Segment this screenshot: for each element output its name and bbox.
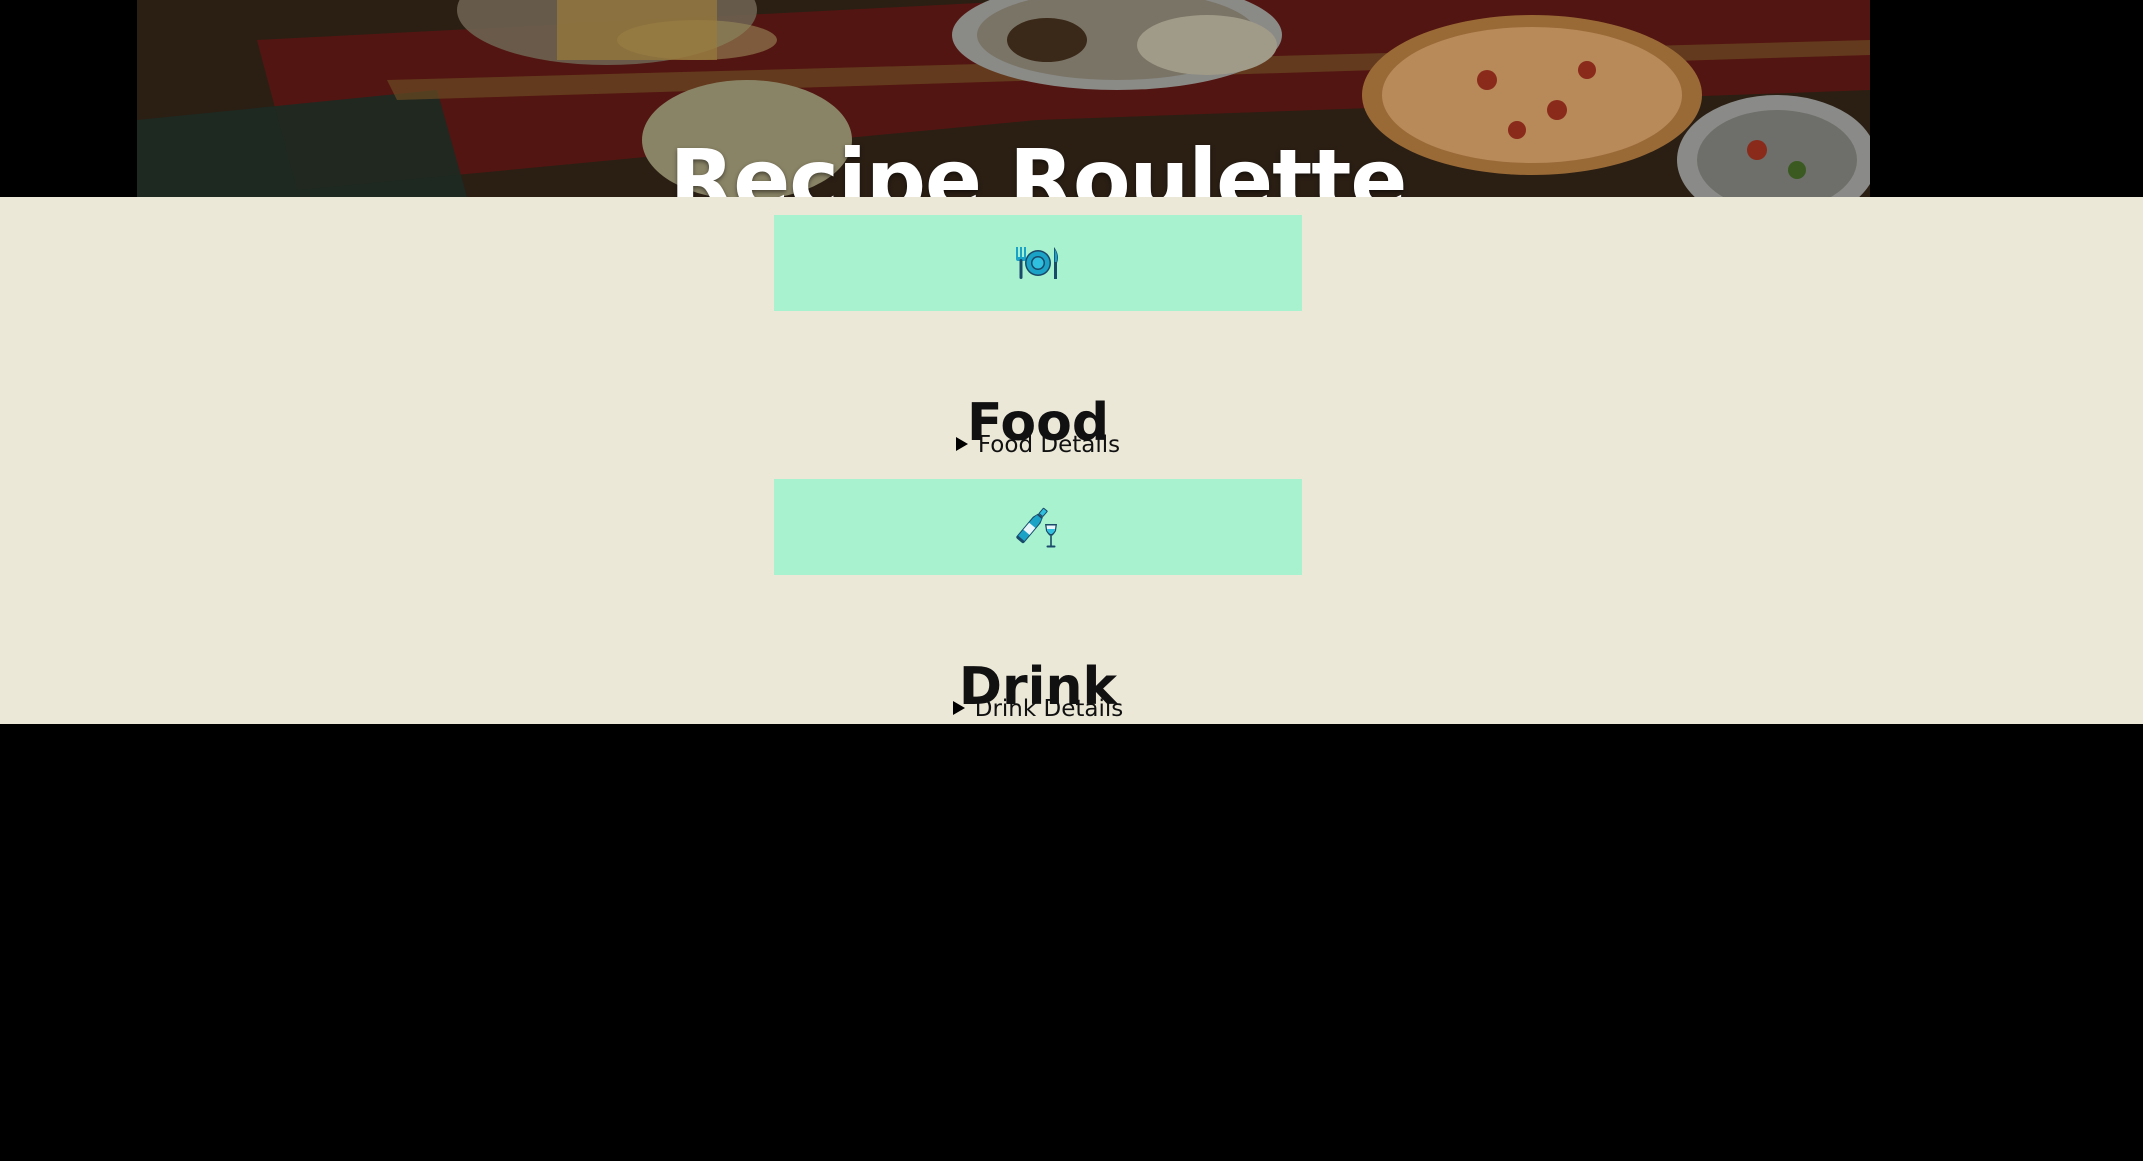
wine-bottle-glass-icon (1016, 507, 1057, 548)
disclosure-triangle-icon (952, 701, 965, 715)
drink-card[interactable] (774, 479, 1302, 575)
food-card[interactable] (774, 215, 1302, 311)
plate-cutlery-icon (1016, 247, 1058, 279)
header-banner: Recipe Roulette (0, 0, 2143, 197)
page: Recipe Roulette Food Food Details Drink … (0, 0, 2143, 1161)
disclosure-triangle-icon (955, 437, 968, 451)
drink-details-label: Drink Details (974, 696, 1124, 722)
page-title: Recipe Roulette (669, 131, 1408, 197)
main-content: Food Food Details Drink Drink Details (0, 197, 2143, 724)
food-details-label: Food Details (977, 432, 1121, 458)
drink-details-toggle[interactable]: Drink Details (774, 698, 1302, 721)
food-details-toggle[interactable]: Food Details (774, 434, 1302, 457)
